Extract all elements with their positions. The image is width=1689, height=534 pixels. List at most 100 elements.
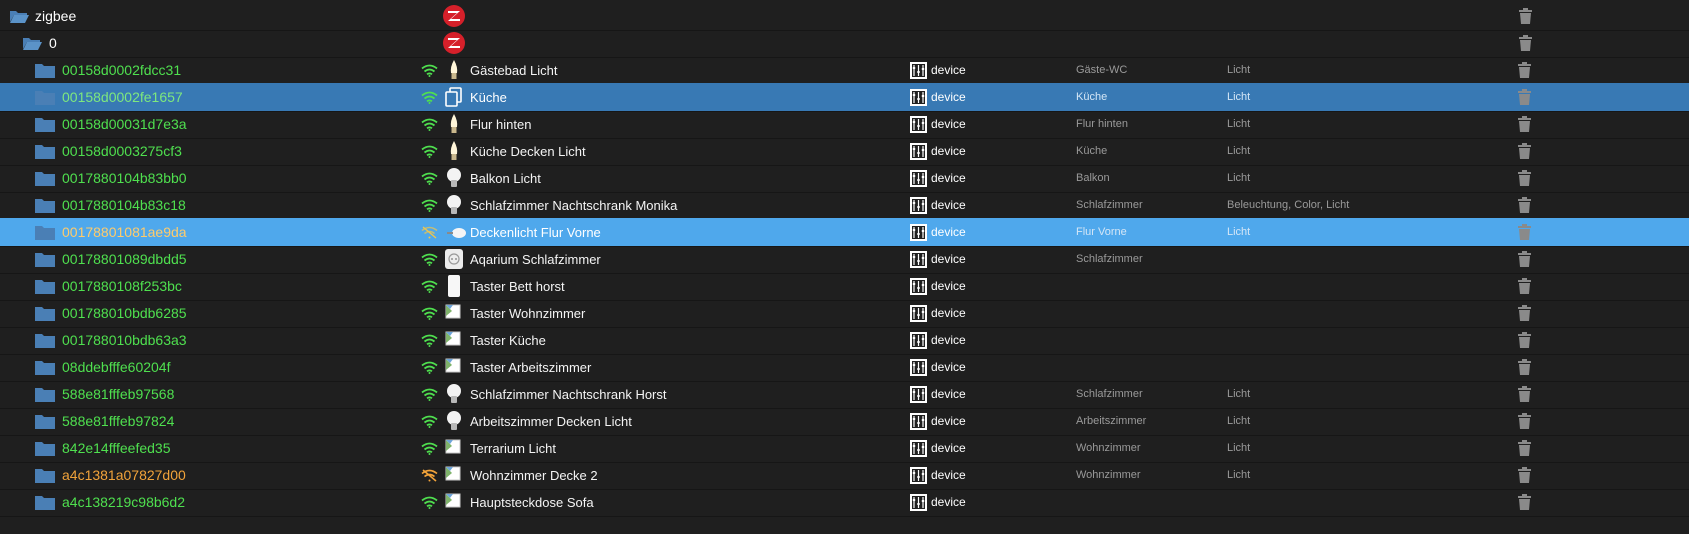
device-row[interactable]: a4c138219c98b6d2 Hauptsteckdose Sofa devic…	[0, 488, 1689, 517]
device-role: device	[931, 90, 966, 104]
delete-button[interactable]	[1518, 110, 1531, 138]
folder-icon[interactable]	[35, 110, 55, 138]
device-name: Taster Arbeitszimmer	[470, 359, 592, 375]
delete-button[interactable]	[1518, 488, 1531, 516]
folder-icon[interactable]	[35, 488, 55, 516]
device-function: Licht	[1227, 388, 1251, 400]
device-room: Küche	[1076, 91, 1108, 103]
device-name: Terrarium Licht	[470, 440, 556, 456]
wifi-icon	[421, 56, 438, 84]
device-row[interactable]: 00178801081ae9da Deckenlicht Flur Vorne de…	[0, 218, 1689, 247]
device-name: Küche Decken Licht	[470, 143, 586, 159]
folder-icon[interactable]	[35, 272, 55, 300]
broken-image-icon	[444, 326, 464, 354]
device-room: Schlafzimmer	[1076, 388, 1143, 400]
folder-icon[interactable]	[35, 218, 55, 246]
device-id: 001788010bdb6285	[62, 305, 187, 321]
delete-button[interactable]	[1518, 245, 1531, 273]
tree-row-instance[interactable]: 0	[0, 29, 1689, 58]
folder-icon[interactable]	[35, 380, 55, 408]
delete-button[interactable]	[1518, 191, 1531, 219]
device-row[interactable]: 00158d00031d7e3a Flur hinten device Flur hi…	[0, 110, 1689, 139]
delete-button[interactable]	[1518, 56, 1531, 84]
folder-icon[interactable]	[35, 245, 55, 273]
device-row[interactable]: 00158d0002fdcc31 Gästebad Licht device Gäst…	[0, 56, 1689, 85]
wifi-weak-icon	[421, 218, 438, 246]
delete-button[interactable]	[1518, 461, 1531, 489]
device-row[interactable]: 00178801089dbdd5 Aqarium Schlafzimmer devi…	[0, 245, 1689, 274]
device-id: 0017880108f253bc	[62, 278, 182, 294]
device-id: 588e81fffeb97824	[62, 413, 175, 429]
wifi-icon	[421, 407, 438, 435]
folder-icon[interactable]	[35, 191, 55, 219]
role-device-icon: device	[910, 326, 966, 354]
delete-button[interactable]	[1518, 299, 1531, 327]
role-device-icon: device	[910, 218, 966, 246]
role-device-icon: device	[910, 245, 966, 273]
folder-icon[interactable]	[35, 56, 55, 84]
folder-icon[interactable]	[35, 299, 55, 327]
smart-plug-icon	[444, 245, 464, 273]
zigbee-logo-icon	[442, 2, 466, 30]
delete-button[interactable]	[1518, 407, 1531, 435]
device-row[interactable]: 001788010bdb63a3 Taster Küche device	[0, 326, 1689, 355]
device-row[interactable]: 0017880104b83bb0 Balkon Licht device Balkon…	[0, 164, 1689, 193]
bulb-icon	[444, 407, 464, 435]
role-device-icon: device	[910, 110, 966, 138]
device-row[interactable]: 0017880108f253bc Taster Bett horst device	[0, 272, 1689, 301]
delete-button[interactable]	[1518, 272, 1531, 300]
role-device-icon: device	[910, 83, 966, 111]
device-row[interactable]: 588e81fffeb97824 Arbeitszimmer Decken Lic…	[0, 407, 1689, 436]
delete-button[interactable]	[1518, 83, 1531, 111]
folder-icon[interactable]	[35, 434, 55, 462]
folder-icon[interactable]	[35, 461, 55, 489]
delete-button[interactable]	[1518, 380, 1531, 408]
folder-open-icon[interactable]	[8, 2, 30, 30]
device-role: device	[931, 441, 966, 455]
role-device-icon: device	[910, 56, 966, 84]
bulb-icon	[444, 191, 464, 219]
delete-button[interactable]	[1518, 353, 1531, 381]
delete-button[interactable]	[1518, 218, 1531, 246]
bulb-icon	[444, 380, 464, 408]
delete-button[interactable]	[1519, 29, 1532, 57]
device-row[interactable]: 00158d0002fe1657 Küche device Küche Licht	[0, 83, 1689, 112]
role-device-icon: device	[910, 461, 966, 489]
device-row[interactable]: 08ddebfffe60204f Taster Arbeitszimmer devi…	[0, 353, 1689, 382]
delete-button[interactable]	[1518, 326, 1531, 354]
device-id: 001788010bdb63a3	[62, 332, 187, 348]
wifi-icon	[421, 434, 438, 462]
folder-icon[interactable]	[35, 407, 55, 435]
device-function: Licht	[1227, 118, 1251, 130]
delete-button[interactable]	[1519, 2, 1532, 30]
device-row[interactable]: 588e81fffeb97568 Schlafzimmer Nachtschran…	[0, 380, 1689, 409]
device-row[interactable]: 0017880104b83c18 Schlafzimmer Nachtschran…	[0, 191, 1689, 220]
object-tree: zigbee 0 00158d0002fdcc31 Gästebad Licht d…	[0, 0, 1689, 534]
device-function: Licht	[1227, 415, 1251, 427]
broken-image-icon	[444, 461, 464, 489]
device-id: 588e81fffeb97568	[62, 386, 175, 402]
tree-row-root[interactable]: zigbee	[0, 2, 1689, 31]
device-row[interactable]: a4c1381a07827d00 Wohnzimmer Decke 2 device…	[0, 461, 1689, 490]
folder-icon[interactable]	[35, 326, 55, 354]
folder-icon[interactable]	[35, 353, 55, 381]
zigbee-logo-icon	[442, 29, 466, 57]
delete-button[interactable]	[1518, 164, 1531, 192]
folder-icon[interactable]	[35, 83, 55, 111]
device-name: Taster Wohnzimmer	[470, 305, 586, 321]
device-row[interactable]: 00158d0003275cf3 Küche Decken Licht device…	[0, 137, 1689, 166]
device-row[interactable]: 001788010bdb6285 Taster Wohnzimmer device	[0, 299, 1689, 328]
wifi-icon	[421, 353, 438, 381]
device-row[interactable]: 842e14fffeefed35 Terrarium Licht device Woh…	[0, 434, 1689, 463]
device-id: 00158d00031d7e3a	[62, 116, 187, 132]
device-role: device	[931, 63, 966, 77]
folder-icon[interactable]	[35, 164, 55, 192]
device-name: Wohnzimmer Decke 2	[470, 467, 598, 483]
delete-button[interactable]	[1518, 137, 1531, 165]
spot-light-icon	[444, 218, 468, 246]
folder-icon[interactable]	[35, 137, 55, 165]
device-room: Schlafzimmer	[1076, 253, 1143, 265]
folder-open-icon[interactable]	[21, 29, 43, 57]
delete-button[interactable]	[1518, 434, 1531, 462]
device-name: Taster Bett horst	[470, 278, 565, 294]
